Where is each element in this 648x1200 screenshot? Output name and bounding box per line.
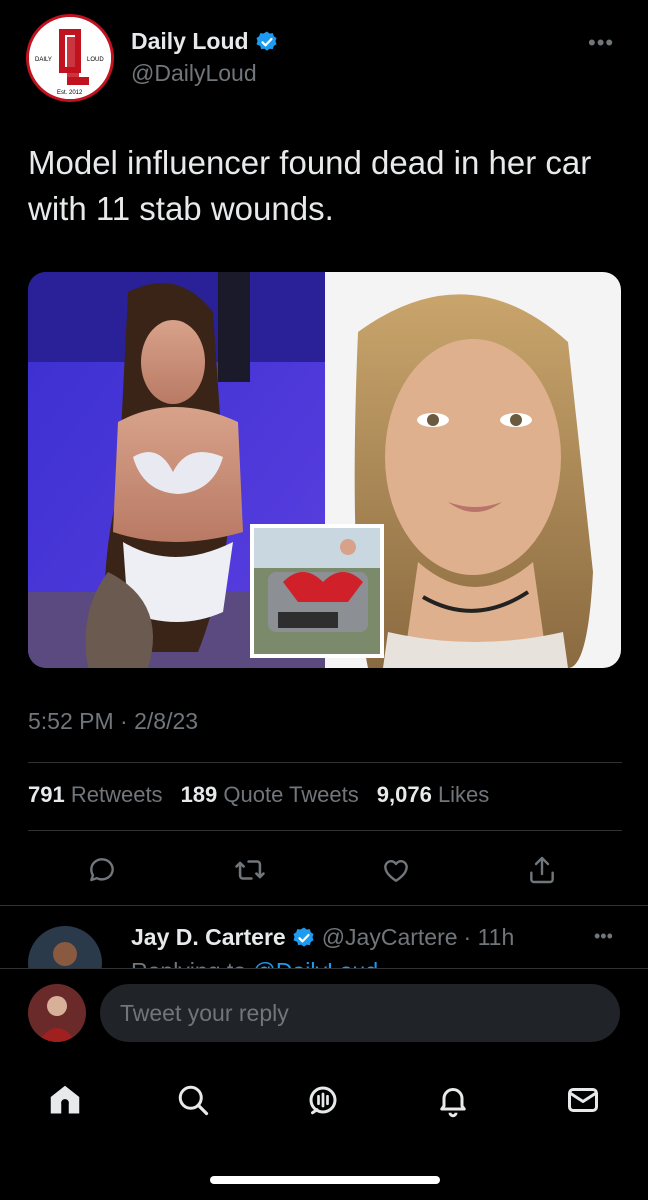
- like-icon: [384, 859, 408, 882]
- home-indicator[interactable]: [210, 1176, 440, 1184]
- current-user-avatar[interactable]: [28, 984, 86, 1042]
- spaces-icon: [309, 1086, 337, 1115]
- divider: [28, 830, 622, 831]
- logo-text-left: DAILY: [35, 57, 52, 63]
- author-avatar[interactable]: DAILY LOUD Est. 2012: [26, 14, 114, 102]
- tweet-stats: 791 Retweets 189 Quote Tweets 9,076 Like…: [28, 782, 489, 808]
- retweets-stat[interactable]: 791 Retweets: [28, 782, 163, 808]
- likes-count: 9,076: [376, 782, 432, 807]
- retweets-count: 791: [28, 782, 65, 807]
- share-button[interactable]: [522, 850, 562, 890]
- reply-input[interactable]: Tweet your reply: [100, 984, 620, 1042]
- reply-more-options-icon[interactable]: •••: [594, 926, 613, 947]
- tab-messages[interactable]: [558, 1075, 608, 1125]
- quotes-label: Quote Tweets: [223, 782, 359, 807]
- quotes-stat[interactable]: 189 Quote Tweets: [181, 782, 359, 808]
- retweets-label: Retweets: [70, 782, 163, 807]
- verified-badge-icon: [256, 31, 277, 51]
- retweet-icon: [235, 860, 265, 880]
- logo-text-right: LOUD: [87, 57, 104, 63]
- daily-loud-logo: DAILY LOUD Est. 2012: [29, 17, 111, 99]
- reply-author-handle: @JayCartere: [321, 924, 458, 950]
- tweet-photo: [28, 272, 621, 668]
- current-user-photo: [28, 984, 86, 1042]
- search-icon: [178, 1085, 209, 1116]
- retweet-button[interactable]: [230, 850, 270, 890]
- share-icon: [530, 856, 554, 884]
- like-button[interactable]: [376, 850, 416, 890]
- likes-stat[interactable]: 9,076 Likes: [377, 782, 490, 808]
- reply-author-name: Jay D. Cartere: [131, 924, 286, 950]
- tab-spaces[interactable]: [298, 1075, 348, 1125]
- reply-icon: [90, 858, 114, 882]
- messages-icon: [568, 1088, 598, 1112]
- divider: [0, 905, 648, 906]
- reply-button[interactable]: [82, 850, 122, 890]
- tweet-timestamp[interactable]: 5:52 PM · 2/8/23: [28, 708, 198, 735]
- verified-badge-icon: [293, 927, 314, 947]
- tab-home[interactable]: [40, 1075, 90, 1125]
- author-name[interactable]: Daily Loud: [131, 28, 279, 55]
- likes-label: Likes: [437, 782, 490, 807]
- more-options-icon[interactable]: •••: [588, 30, 614, 56]
- logo-text-bottom: Est. 2012: [57, 90, 83, 96]
- tweet-text: Model influencer found dead in her car w…: [28, 144, 592, 227]
- reply-author[interactable]: Jay D. Cartere @JayCartere · 11h: [131, 924, 514, 951]
- notifications-icon: [440, 1088, 466, 1118]
- tweet-media[interactable]: [28, 272, 621, 668]
- reply-time: · 11h: [463, 924, 515, 950]
- tab-search[interactable]: [168, 1075, 218, 1125]
- author-handle[interactable]: @DailyLoud: [131, 60, 257, 87]
- tab-notifications[interactable]: [428, 1075, 478, 1125]
- quotes-count: 189: [180, 782, 218, 807]
- divider: [28, 762, 622, 763]
- author-name-text: Daily Loud: [131, 28, 249, 54]
- home-icon: [50, 1085, 80, 1114]
